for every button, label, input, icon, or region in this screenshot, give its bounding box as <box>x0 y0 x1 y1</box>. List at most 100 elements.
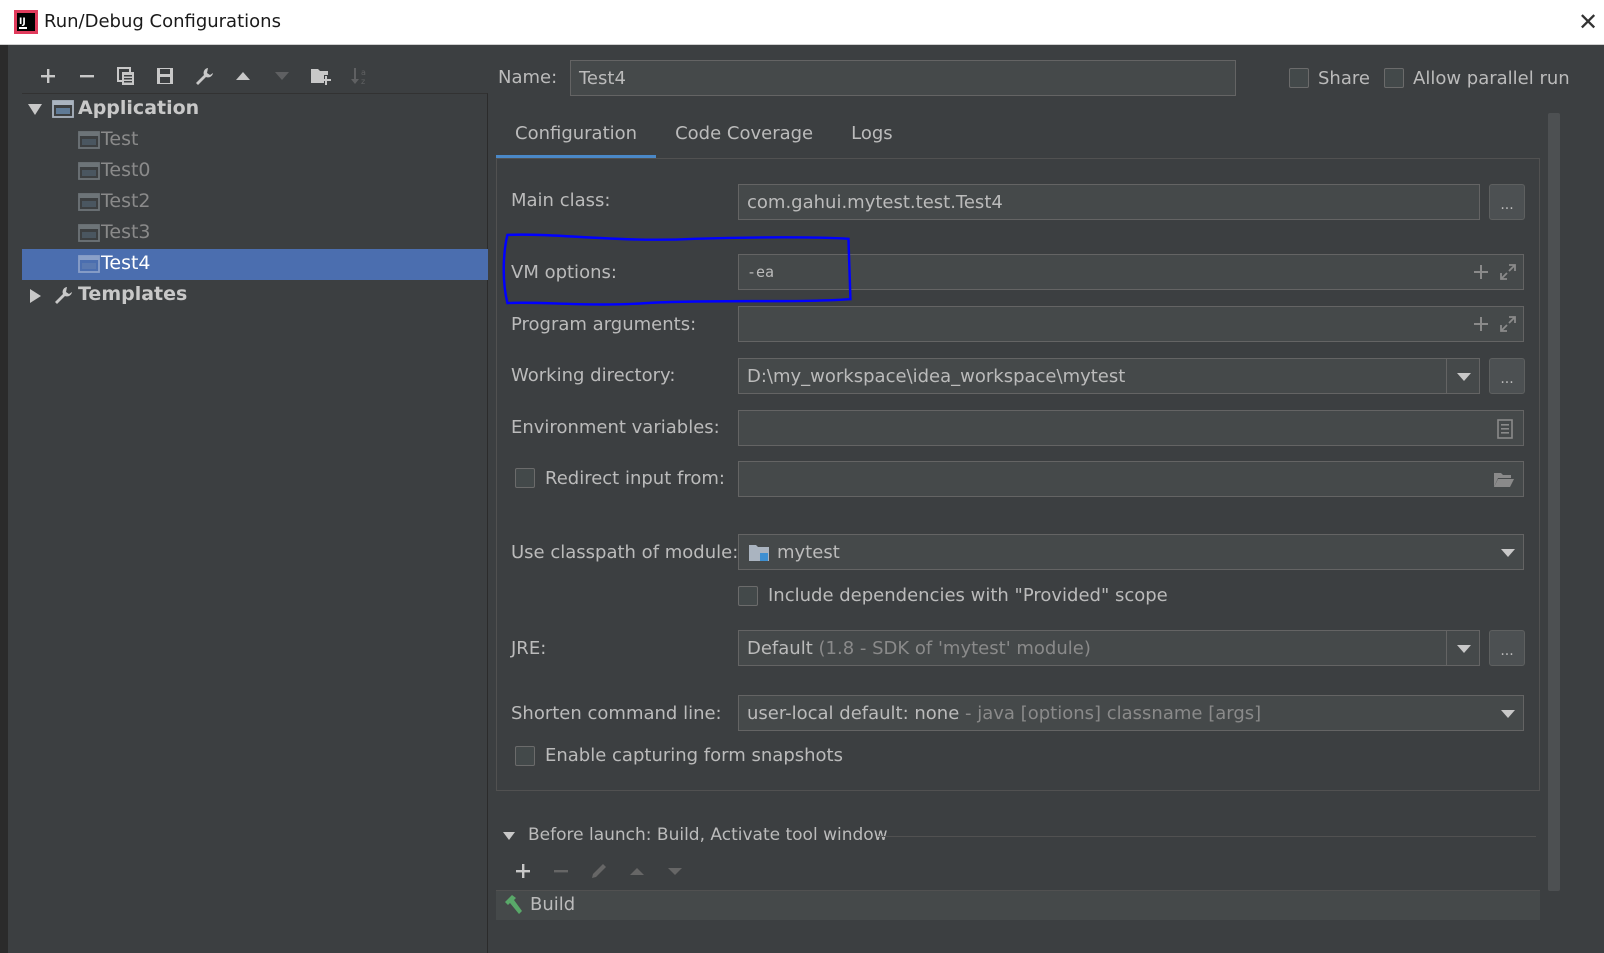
edit-list-icon[interactable] <box>1497 419 1513 439</box>
tree-label: Test4 <box>101 252 151 274</box>
close-icon[interactable]: ✕ <box>1574 8 1602 36</box>
classpath-module-label: Use classpath of module: <box>511 542 739 563</box>
tree-node-templates[interactable]: Templates <box>22 280 488 311</box>
scrollbar-thumb[interactable] <box>1548 113 1560 891</box>
remove-icon[interactable] <box>67 60 106 92</box>
tree-node-test2[interactable]: Test2 <box>22 187 488 218</box>
jre-select[interactable]: Default (1.8 - SDK of 'mytest' module) <box>738 630 1480 666</box>
redirect-input-field[interactable] <box>738 461 1524 497</box>
class-config-icon <box>78 162 100 180</box>
shorten-command-line-value: user-local default: none - java [options… <box>747 703 1261 724</box>
expanded-arrow-icon[interactable] <box>27 101 43 117</box>
save-icon[interactable] <box>145 60 184 92</box>
add-icon[interactable] <box>1473 264 1489 280</box>
main-class-browse-button[interactable]: ... <box>1489 184 1525 220</box>
wrench-icon[interactable] <box>184 60 223 92</box>
configurations-pane: az Application Test Test0 Test2 Test3 Te… <box>8 45 490 953</box>
expand-icon[interactable] <box>1499 263 1517 281</box>
wrench-icon <box>55 287 72 304</box>
background-strip <box>0 45 8 953</box>
main-class-input[interactable]: com.gahui.mytest.test.Test4 <box>738 184 1480 220</box>
chevron-down-icon[interactable] <box>1457 373 1471 381</box>
jre-browse-button[interactable]: ... <box>1489 630 1525 666</box>
working-directory-input[interactable]: D:\my_workspace\idea_workspace\mytest <box>738 358 1480 394</box>
before-launch-toolbar <box>504 857 694 885</box>
tab-logs[interactable]: Logs <box>832 113 912 159</box>
tree-node-test0[interactable]: Test0 <box>22 156 488 187</box>
collapsed-arrow-icon[interactable] <box>27 288 43 304</box>
application-icon <box>52 100 74 118</box>
svg-text:z: z <box>361 77 365 86</box>
class-config-icon <box>78 193 100 211</box>
main-class-value: com.gahui.mytest.test.Test4 <box>747 192 1003 213</box>
move-up-icon[interactable] <box>618 857 656 885</box>
sort-icon[interactable]: az <box>340 60 379 92</box>
tab-bar: Configuration Code Coverage Logs <box>496 113 912 159</box>
share-label: Share <box>1318 68 1370 89</box>
chevron-down-icon[interactable] <box>1501 549 1515 557</box>
build-label: Build <box>530 894 576 915</box>
capture-snapshots-checkbox[interactable] <box>515 746 535 766</box>
scrollbar[interactable] <box>1548 113 1560 893</box>
tree-node-test[interactable]: Test <box>22 125 488 156</box>
collapse-arrow-icon[interactable] <box>502 830 516 842</box>
remove-icon[interactable] <box>542 857 580 885</box>
name-value: Test4 <box>579 68 626 89</box>
configuration-editor: Name: Test4 Share Allow parallel run Con… <box>490 45 1604 953</box>
add-icon[interactable] <box>504 857 542 885</box>
program-arguments-input[interactable] <box>738 306 1524 342</box>
working-directory-browse-button[interactable]: ... <box>1489 358 1525 394</box>
tree-node-test3[interactable]: Test3 <box>22 218 488 249</box>
share-checkbox[interactable] <box>1289 68 1309 88</box>
tab-configuration[interactable]: Configuration <box>496 113 657 159</box>
jre-default: Default <box>747 638 813 659</box>
working-directory-value: D:\my_workspace\idea_workspace\mytest <box>747 366 1126 387</box>
jre-value: Default (1.8 - SDK of 'mytest' module) <box>747 638 1091 659</box>
dropdown-separator <box>1446 359 1447 393</box>
name-label: Name: <box>498 67 558 88</box>
configurations-tree: Application Test Test0 Test2 Test3 Test4… <box>22 93 488 953</box>
tree-node-application[interactable]: Application <box>22 94 488 125</box>
class-config-icon <box>78 224 100 242</box>
annotation-highlight <box>502 233 852 306</box>
environment-variables-input[interactable] <box>738 410 1524 446</box>
shorten-command-line-select[interactable]: user-local default: none - java [options… <box>738 695 1524 731</box>
jre-label: JRE: <box>511 638 547 659</box>
allow-parallel-run-label: Allow parallel run <box>1413 68 1570 89</box>
name-input[interactable]: Test4 <box>570 60 1236 96</box>
include-provided-label: Include dependencies with "Provided" sco… <box>768 585 1168 606</box>
main-class-label: Main class: <box>511 190 611 211</box>
folder-open-icon[interactable] <box>1493 471 1515 489</box>
class-config-icon <box>78 255 100 273</box>
before-launch-title: Before launch: Build, Activate tool wind… <box>528 825 888 845</box>
folder-add-icon[interactable] <box>301 60 340 92</box>
include-provided-checkbox[interactable] <box>738 586 758 606</box>
edit-icon[interactable] <box>580 857 618 885</box>
module-folder-icon <box>749 545 769 561</box>
title-bar: IJ Run/Debug Configurations ✕ <box>0 0 1604 45</box>
tab-code-coverage[interactable]: Code Coverage <box>656 113 832 159</box>
expand-icon[interactable] <box>1499 315 1517 333</box>
classpath-module-value: mytest <box>777 542 840 563</box>
class-config-icon <box>78 131 100 149</box>
tree-node-test4[interactable]: Test4 <box>22 249 488 280</box>
before-launch-divider <box>878 836 1536 837</box>
move-down-icon[interactable] <box>262 60 301 92</box>
classpath-module-select[interactable]: mytest <box>738 534 1524 570</box>
copy-icon[interactable] <box>106 60 145 92</box>
dropdown-separator <box>1446 631 1447 665</box>
add-icon[interactable] <box>28 60 67 92</box>
shorten-main: user-local default: none <box>747 703 960 724</box>
before-launch-item-build[interactable]: Build <box>496 890 1540 920</box>
add-icon[interactable] <box>1473 316 1489 332</box>
capture-snapshots-label: Enable capturing form snapshots <box>545 745 843 766</box>
chevron-down-icon[interactable] <box>1457 645 1471 653</box>
move-down-icon[interactable] <box>656 857 694 885</box>
redirect-input-checkbox[interactable] <box>515 468 535 488</box>
tree-label-templates: Templates <box>78 283 188 305</box>
allow-parallel-run-checkbox[interactable] <box>1384 68 1404 88</box>
move-up-icon[interactable] <box>223 60 262 92</box>
tree-label: Test0 <box>101 159 151 181</box>
chevron-down-icon[interactable] <box>1501 710 1515 718</box>
tree-label: Test <box>101 128 139 150</box>
